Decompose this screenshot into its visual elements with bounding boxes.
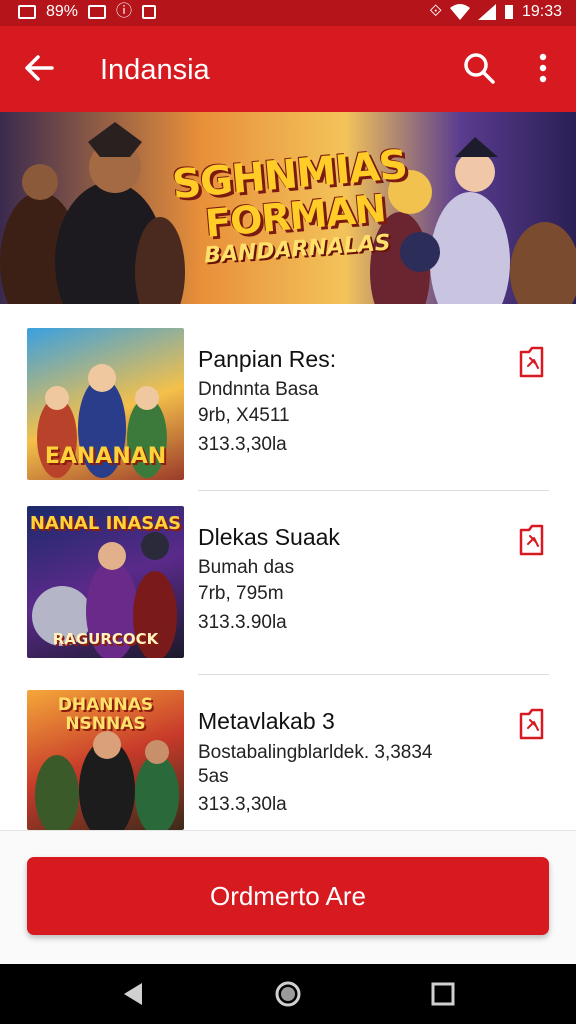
list-divider: [198, 674, 549, 675]
arrow-left-icon[interactable]: [22, 51, 56, 85]
item-line-2: 7rb, 795m: [198, 583, 284, 604]
info-notification-icon: ⓘ: [116, 3, 133, 20]
item-line-3: 313.3.90la: [198, 612, 287, 633]
item-line-2: 5as: [198, 766, 229, 787]
thumbnail-text: RAGURCOCK: [52, 630, 159, 648]
list-item[interactable]: NANAL INASAS RAGURCOCK Dlekas Suaak Buma…: [0, 506, 576, 684]
clock: 19:33: [521, 3, 562, 20]
item-thumbnail: NANAL INASAS RAGURCOCK: [27, 506, 184, 658]
thumbnail-title: DHANNAS NSNNAS: [57, 695, 154, 734]
vibrate-icon: ⟐: [429, 3, 442, 20]
bookmark-icon[interactable]: [516, 706, 550, 742]
item-line-3: 313.3,30la: [198, 794, 287, 815]
nav-home-icon[interactable]: [273, 979, 303, 1009]
item-line-1: Bumah das: [198, 557, 295, 578]
item-name: Metavlakab 3: [198, 708, 335, 734]
page-title: Indansia: [100, 54, 210, 86]
item-line-2: 9rb, X4511: [198, 405, 290, 426]
primary-action-button[interactable]: Ordmerto Are: [27, 857, 549, 935]
app-notification-icon: [88, 5, 107, 19]
more-vert-icon[interactable]: [530, 51, 556, 85]
item-line-1: Bostabalingblarldek. 3,3834: [198, 742, 433, 763]
bookmark-icon[interactable]: [516, 344, 550, 380]
bookmark-icon[interactable]: [516, 522, 550, 558]
battery-percent: 89%: [46, 3, 79, 20]
item-name: Panpian Res:: [198, 346, 337, 372]
image-notification-icon: [18, 5, 36, 19]
system-nav-bar: [0, 964, 576, 1024]
item-line-3: 313.3,30la: [198, 434, 287, 455]
wifi-icon: [449, 4, 470, 20]
item-line-1: Dndnnta Basa: [198, 379, 319, 400]
search-icon[interactable]: [462, 51, 496, 85]
list-divider: [198, 490, 549, 491]
nav-back-icon[interactable]: [118, 979, 148, 1009]
battery-icon: [504, 5, 513, 19]
hero-banner[interactable]: SGHNMIAS FORMAN BANDARNALAS: [0, 112, 576, 304]
item-name: Dlekas Suaak: [198, 524, 340, 550]
list-item[interactable]: EANANAN Panpian Res: Dndnnta Basa 9rb, X…: [0, 328, 576, 506]
signal-icon: [477, 4, 496, 20]
nav-recents-icon[interactable]: [428, 979, 458, 1009]
app-bar: Indansia: [0, 26, 576, 112]
item-thumbnail: EANANAN: [27, 328, 184, 480]
thumbnail-title: NANAL INASAS: [29, 513, 182, 534]
item-thumbnail: DHANNAS NSNNAS: [27, 690, 184, 830]
file-notification-icon: [142, 5, 157, 19]
thumbnail-text: EANANAN: [44, 444, 167, 469]
status-bar: 89% ⓘ ⟐ 19:33: [0, 0, 576, 26]
